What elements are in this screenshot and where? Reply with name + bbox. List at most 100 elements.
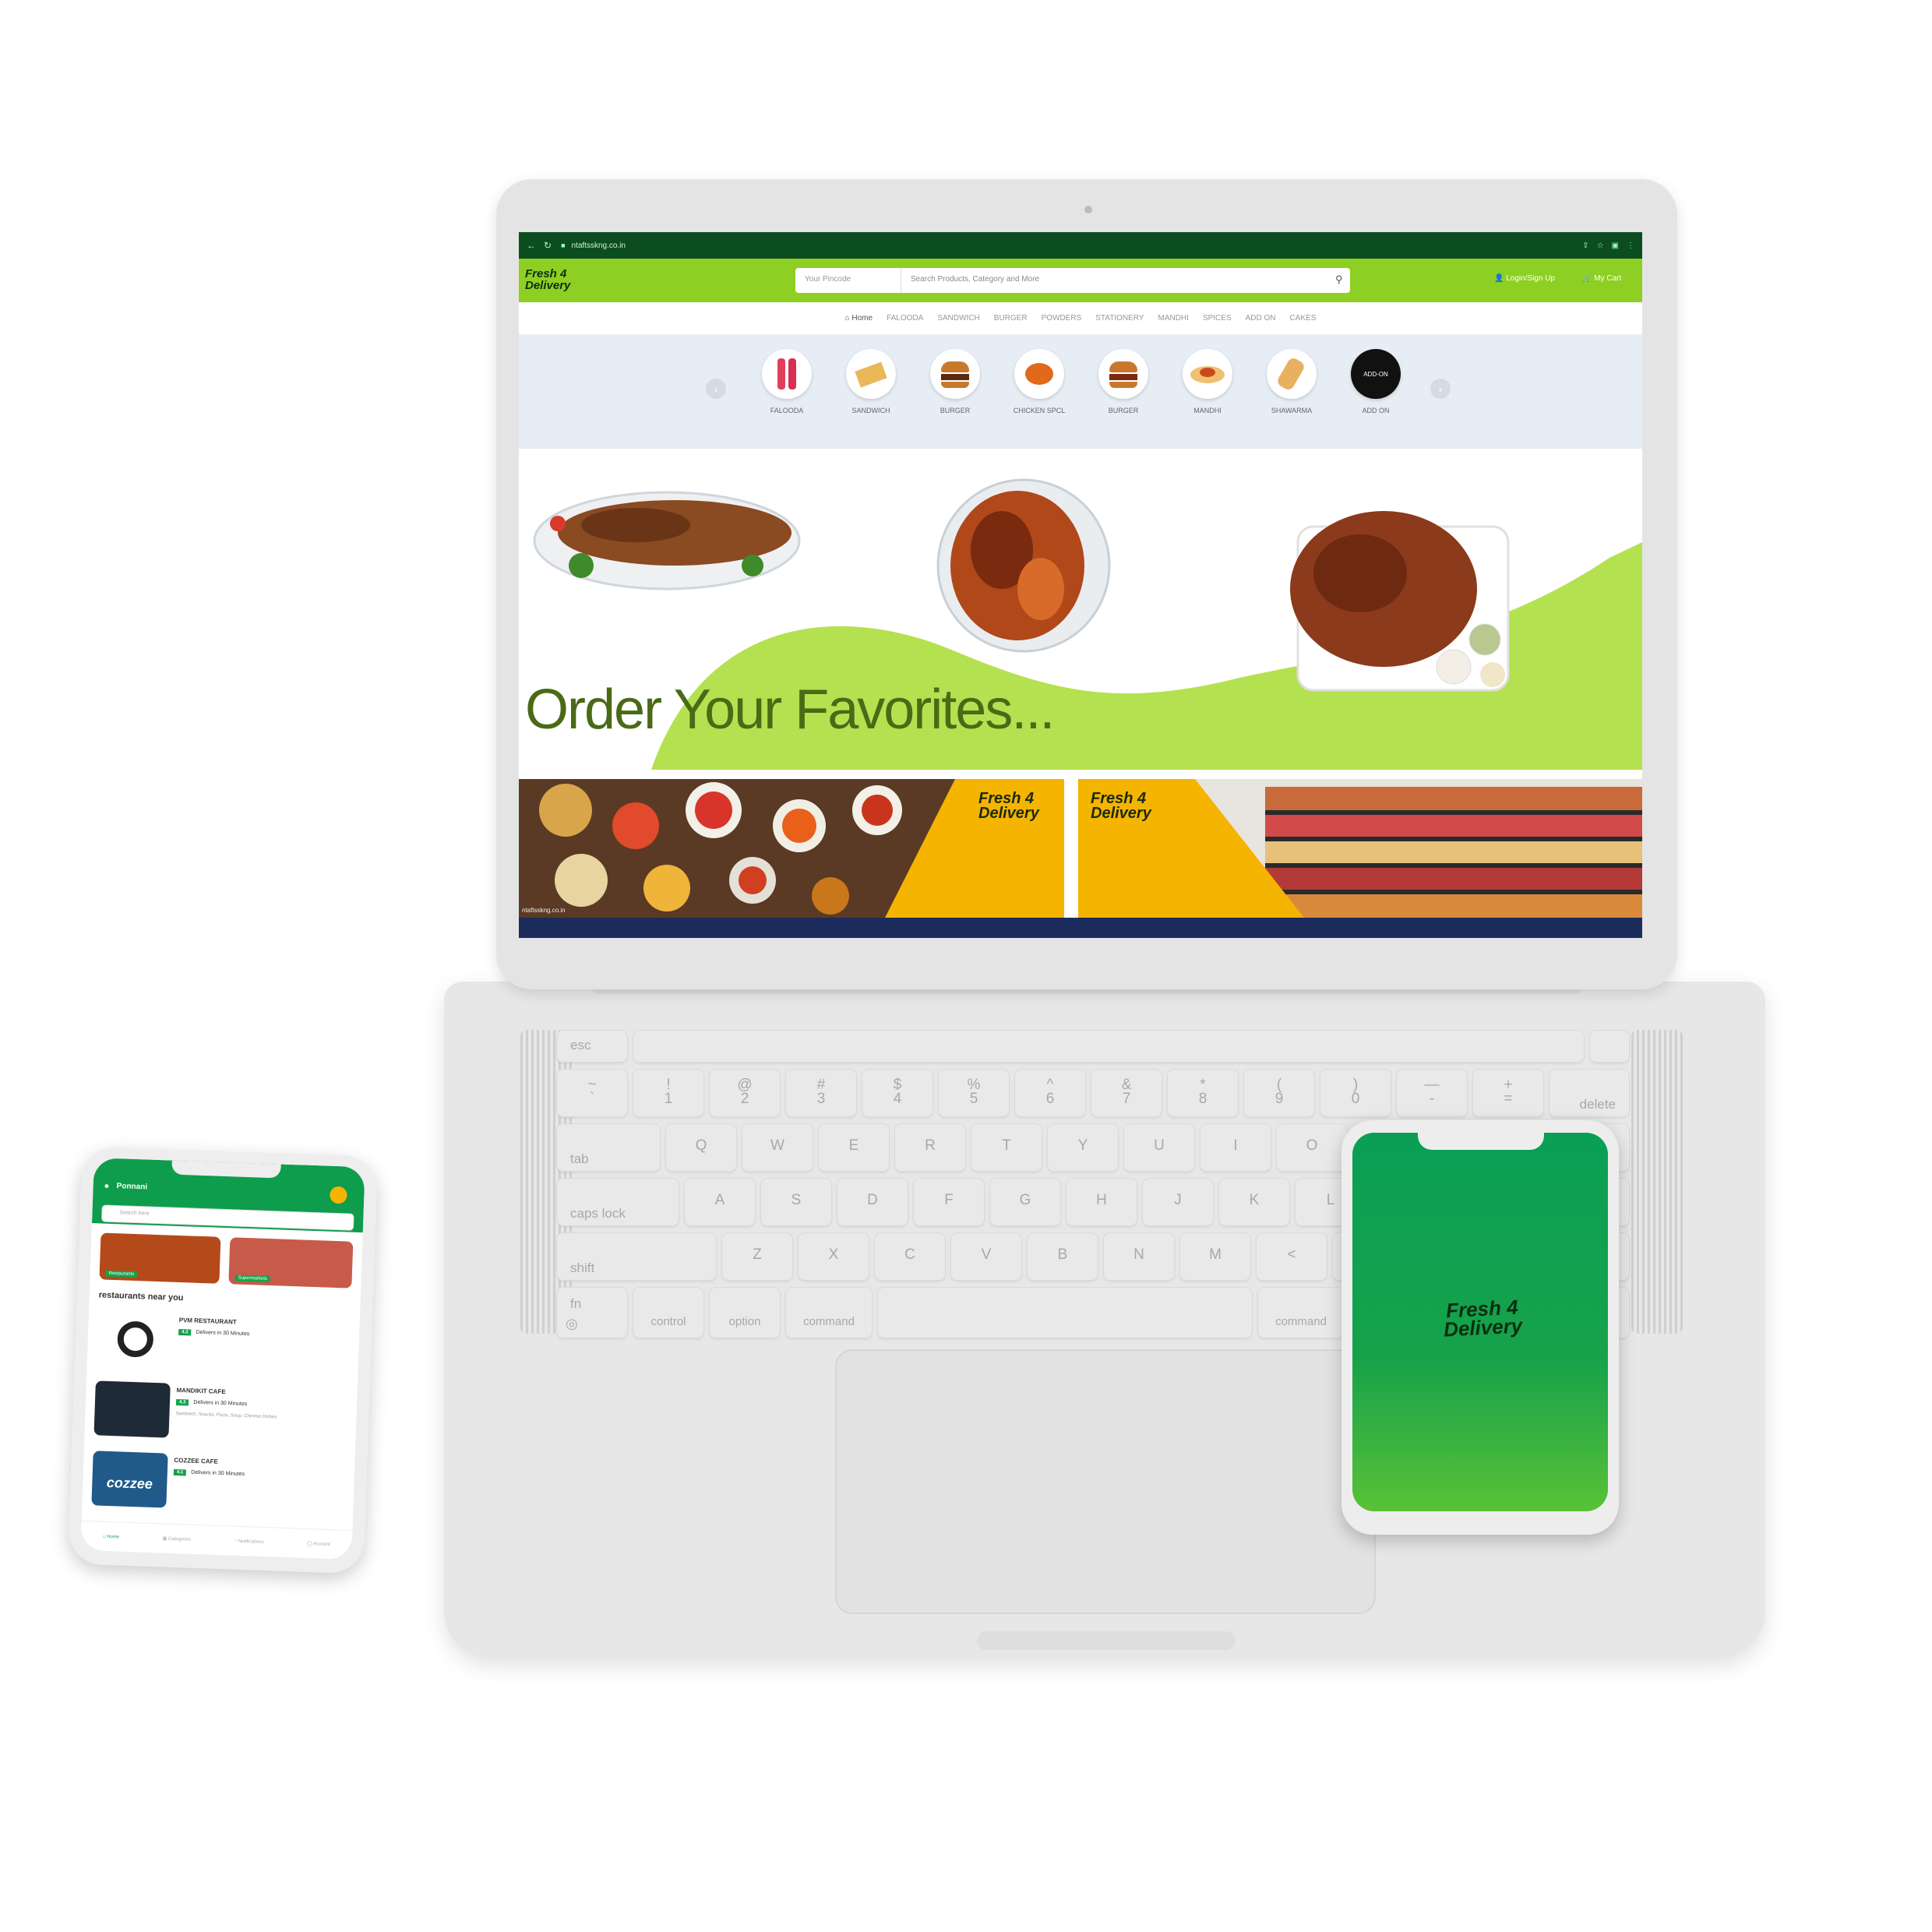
tab-categories[interactable]: ▦ Categories bbox=[163, 1535, 192, 1542]
key-5[interactable]: % 5 bbox=[938, 1069, 1010, 1117]
promo-banner-restaurants[interactable]: Fresh 4 Delivery ntaftsskng.co.in bbox=[519, 779, 1064, 918]
key-control[interactable]: control bbox=[633, 1287, 704, 1338]
nav-sandwich[interactable]: SANDWICH bbox=[937, 314, 979, 323]
nav-burger[interactable]: BURGER bbox=[994, 314, 1028, 323]
login-button[interactable]: 👤 Login/Sign Up bbox=[1494, 274, 1555, 283]
key-tab[interactable]: tab bbox=[556, 1123, 661, 1172]
category-chicken-spcl[interactable]: CHICKEN SPCL bbox=[1008, 349, 1070, 414]
touch-id-key[interactable] bbox=[1589, 1030, 1630, 1063]
nav-falooda[interactable]: FALOODA bbox=[887, 314, 923, 323]
list-item[interactable]: cozzee COZZEE CAFE 4.1 Delivers in 30 Min… bbox=[91, 1451, 346, 1521]
key-e[interactable]: E bbox=[818, 1123, 890, 1172]
key-4[interactable]: $ 4 bbox=[862, 1069, 933, 1117]
key-x[interactable]: X bbox=[798, 1232, 869, 1281]
key-1[interactable]: ! 1 bbox=[633, 1069, 704, 1117]
nav-add-on[interactable]: ADD ON bbox=[1246, 314, 1276, 323]
reload-icon[interactable]: ↻ bbox=[544, 240, 552, 251]
key-7[interactable]: & 7 bbox=[1091, 1069, 1162, 1117]
supermarkets-banner[interactable]: Supermarkets bbox=[228, 1237, 354, 1289]
key-comma[interactable]: < bbox=[1256, 1232, 1327, 1281]
key-c[interactable]: C bbox=[874, 1232, 946, 1281]
share-icon[interactable]: ⇪ bbox=[1582, 242, 1588, 250]
category-add-on[interactable]: ADD-ON ADD ON bbox=[1345, 349, 1407, 414]
key-9[interactable]: ( 9 bbox=[1243, 1069, 1315, 1117]
key-tilde[interactable]: ~ ` bbox=[556, 1069, 628, 1117]
key-s[interactable]: S bbox=[760, 1178, 832, 1226]
key-d[interactable]: D bbox=[837, 1178, 908, 1226]
menu-icon[interactable]: ⋮ bbox=[1627, 242, 1634, 250]
category-mandhi[interactable]: MANDHI bbox=[1176, 349, 1239, 414]
key-equals[interactable]: + = bbox=[1472, 1069, 1544, 1117]
key-k[interactable]: K bbox=[1218, 1178, 1290, 1226]
list-item[interactable]: MANDIKIT CAFE 4.3 Delivers in 30 Minutes … bbox=[93, 1380, 348, 1451]
key-t[interactable]: T bbox=[971, 1123, 1042, 1172]
key-r[interactable]: R bbox=[894, 1123, 966, 1172]
key-j[interactable]: J bbox=[1142, 1178, 1214, 1226]
nav-home[interactable]: ⌂ Home bbox=[845, 314, 873, 323]
touch-bar[interactable] bbox=[633, 1030, 1585, 1063]
nav-cakes[interactable]: CAKES bbox=[1290, 314, 1317, 323]
key-f[interactable]: F bbox=[913, 1178, 985, 1226]
avatar[interactable] bbox=[330, 1186, 347, 1204]
key-g[interactable]: G bbox=[989, 1178, 1061, 1226]
key-6[interactable]: ^ 6 bbox=[1014, 1069, 1086, 1117]
key-caps-lock[interactable]: caps lock bbox=[556, 1178, 679, 1226]
key-0[interactable]: ) 0 bbox=[1320, 1069, 1391, 1117]
key-option[interactable]: option bbox=[709, 1287, 781, 1338]
category-falooda[interactable]: FALOODA bbox=[756, 349, 818, 414]
category-shawarma[interactable]: SHAWARMA bbox=[1260, 349, 1323, 414]
nav-spices[interactable]: SPICES bbox=[1203, 314, 1232, 323]
trackpad[interactable] bbox=[835, 1349, 1376, 1614]
key-minus[interactable]: — - bbox=[1396, 1069, 1468, 1117]
key-2[interactable]: @ 2 bbox=[709, 1069, 781, 1117]
key-u[interactable]: U bbox=[1123, 1123, 1195, 1172]
key-fn[interactable]: fn ◎ bbox=[556, 1287, 628, 1338]
key-w[interactable]: W bbox=[742, 1123, 813, 1172]
key-command-left[interactable]: command bbox=[785, 1287, 873, 1338]
site-logo[interactable]: Fresh 4 Delivery bbox=[525, 268, 592, 294]
list-item[interactable]: PVM RESTAURANT 4.2 Delivers in 30 Minutes bbox=[96, 1310, 351, 1381]
category-burger-2[interactable]: BURGER bbox=[1092, 349, 1155, 414]
key-space[interactable] bbox=[877, 1287, 1253, 1338]
back-icon[interactable]: ← bbox=[527, 240, 536, 251]
nav-mandhi[interactable]: MANDHI bbox=[1158, 314, 1188, 323]
key-o[interactable]: O bbox=[1276, 1123, 1348, 1172]
category-sandwich[interactable]: SANDWICH bbox=[840, 349, 902, 414]
key-esc[interactable]: esc bbox=[556, 1030, 628, 1063]
carousel-next-icon[interactable]: › bbox=[1430, 379, 1451, 399]
key-z[interactable]: Z bbox=[721, 1232, 793, 1281]
key-m[interactable]: M bbox=[1179, 1232, 1251, 1281]
key-b[interactable]: B bbox=[1027, 1232, 1098, 1281]
key-y[interactable]: Y bbox=[1047, 1123, 1119, 1172]
tab-notifications[interactable]: ◔ Notifications bbox=[234, 1539, 263, 1544]
key-h[interactable]: H bbox=[1066, 1178, 1137, 1226]
nav-powders[interactable]: POWDERS bbox=[1042, 314, 1082, 323]
category-burger[interactable]: BURGER bbox=[924, 349, 986, 414]
key-i[interactable]: I bbox=[1200, 1123, 1271, 1172]
nav-stationery[interactable]: STATIONERY bbox=[1095, 314, 1144, 323]
key-a[interactable]: A bbox=[684, 1178, 756, 1226]
key-shift-left[interactable]: shift bbox=[556, 1232, 717, 1281]
tab-account[interactable]: ◯ Account bbox=[307, 1541, 330, 1547]
tab-home[interactable]: ⌂ Home bbox=[103, 1534, 120, 1539]
key-3[interactable]: # 3 bbox=[785, 1069, 857, 1117]
window-icon[interactable]: ▣ bbox=[1612, 242, 1619, 250]
key-v[interactable]: V bbox=[950, 1232, 1022, 1281]
location-label[interactable]: Ponnani bbox=[116, 1182, 147, 1191]
key-command-right[interactable]: command bbox=[1257, 1287, 1345, 1338]
search-icon[interactable]: ⚲ bbox=[1335, 273, 1348, 286]
address-bar[interactable]: ntaftsskng.co.in bbox=[572, 242, 626, 250]
key-q[interactable]: Q bbox=[665, 1123, 737, 1172]
pincode-input[interactable]: Your Pincode bbox=[795, 268, 901, 293]
key-n[interactable]: N bbox=[1103, 1232, 1175, 1281]
restaurants-banner[interactable]: Restaurants bbox=[99, 1232, 221, 1284]
cart-button[interactable]: 🛒 My Cart bbox=[1582, 274, 1621, 283]
globe-icon: ◎ bbox=[566, 1316, 578, 1331]
carousel-prev-icon[interactable]: ‹ bbox=[706, 379, 726, 399]
key-8[interactable]: * 8 bbox=[1167, 1069, 1239, 1117]
promo-banner-supermarket[interactable]: Fresh 4 Delivery bbox=[1078, 779, 1642, 918]
star-icon[interactable]: ☆ bbox=[1597, 242, 1604, 250]
hero-banner[interactable]: Order Your Favorites... bbox=[519, 449, 1642, 770]
key-delete[interactable]: delete bbox=[1549, 1069, 1630, 1117]
search-input[interactable]: Search Products, Category and More bbox=[901, 268, 1350, 293]
